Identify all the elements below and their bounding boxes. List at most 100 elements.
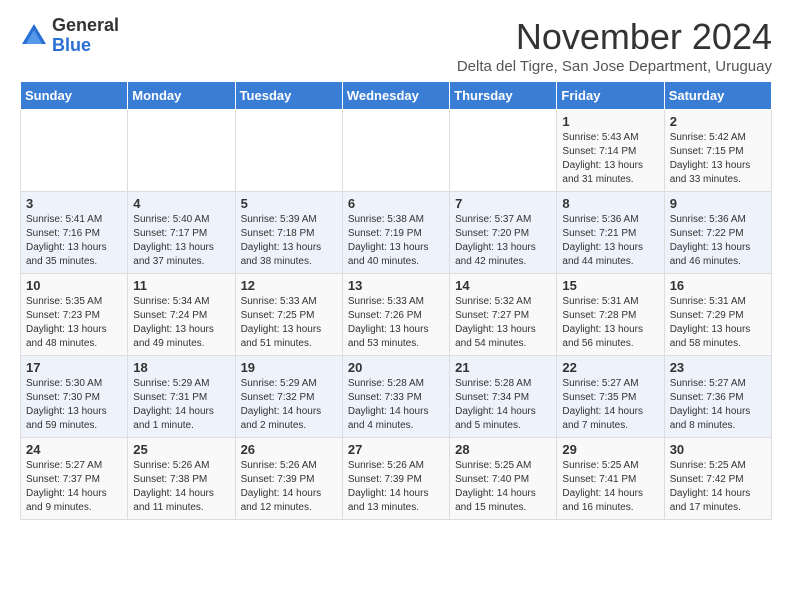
day-info: Sunrise: 5:42 AM Sunset: 7:15 PM Dayligh… [670, 131, 766, 187]
day-info: Sunrise: 5:25 AM Sunset: 7:41 PM Dayligh… [562, 459, 658, 515]
day-number: 21 [455, 360, 551, 375]
calendar-cell: 13Sunrise: 5:33 AM Sunset: 7:26 PM Dayli… [342, 274, 449, 356]
day-number: 12 [241, 278, 337, 293]
day-info: Sunrise: 5:26 AM Sunset: 7:38 PM Dayligh… [133, 459, 229, 515]
calendar-cell [235, 110, 342, 192]
day-info: Sunrise: 5:36 AM Sunset: 7:22 PM Dayligh… [670, 213, 766, 269]
day-number: 3 [26, 196, 122, 211]
calendar-cell: 9 Sunrise: 5:36 AM Sunset: 7:22 PM Daylig… [664, 192, 771, 274]
day-info: Sunrise: 5:28 AM Sunset: 7:34 PM Dayligh… [455, 377, 551, 433]
column-header-sunday: Sunday [21, 82, 128, 110]
calendar-cell: 28 Sunrise: 5:25 AM Sunset: 7:40 PM Dayli… [450, 438, 557, 520]
calendar-cell: 29 Sunrise: 5:25 AM Sunset: 7:41 PM Dayli… [557, 438, 664, 520]
day-number: 28 [455, 442, 551, 457]
logo-blue-text: Blue [52, 36, 119, 56]
calendar-cell: 10 Sunrise: 5:35 AM Sunset: 7:23 PM Dayli… [21, 274, 128, 356]
day-number: 29 [562, 442, 658, 457]
day-info: Sunrise: 5:35 AM Sunset: 7:23 PM Dayligh… [26, 295, 122, 351]
column-header-wednesday: Wednesday [342, 82, 449, 110]
calendar-cell: 30Sunrise: 5:25 AM Sunset: 7:42 PM Dayli… [664, 438, 771, 520]
calendar-cell: 11 Sunrise: 5:34 AM Sunset: 7:24 PM Dayli… [128, 274, 235, 356]
day-number: 16 [670, 278, 766, 293]
day-number: 9 [670, 196, 766, 211]
day-info: Sunrise: 5:28 AM Sunset: 7:33 PM Dayligh… [348, 377, 444, 433]
calendar-cell: 7 Sunrise: 5:37 AM Sunset: 7:20 PM Daylig… [450, 192, 557, 274]
column-header-tuesday: Tuesday [235, 82, 342, 110]
calendar-cell [342, 110, 449, 192]
day-number: 10 [26, 278, 122, 293]
day-number: 20 [348, 360, 444, 375]
day-info: Sunrise: 5:31 AM Sunset: 7:28 PM Dayligh… [562, 295, 658, 351]
calendar-cell: 16Sunrise: 5:31 AM Sunset: 7:29 PM Dayli… [664, 274, 771, 356]
day-info: Sunrise: 5:34 AM Sunset: 7:24 PM Dayligh… [133, 295, 229, 351]
calendar-cell: 25 Sunrise: 5:26 AM Sunset: 7:38 PM Dayli… [128, 438, 235, 520]
calendar-cell: 3 Sunrise: 5:41 AM Sunset: 7:16 PM Daylig… [21, 192, 128, 274]
calendar-week-1: 1 Sunrise: 5:43 AM Sunset: 7:14 PM Daylig… [21, 110, 772, 192]
calendar-cell: 19Sunrise: 5:29 AM Sunset: 7:32 PM Dayli… [235, 356, 342, 438]
day-info: Sunrise: 5:30 AM Sunset: 7:30 PM Dayligh… [26, 377, 122, 433]
day-info: Sunrise: 5:27 AM Sunset: 7:36 PM Dayligh… [670, 377, 766, 433]
calendar-cell: 5 Sunrise: 5:39 AM Sunset: 7:18 PM Daylig… [235, 192, 342, 274]
day-number: 22 [562, 360, 658, 375]
day-info: Sunrise: 5:39 AM Sunset: 7:18 PM Dayligh… [241, 213, 337, 269]
day-number: 18 [133, 360, 229, 375]
day-number: 8 [562, 196, 658, 211]
calendar-cell: 23 Sunrise: 5:27 AM Sunset: 7:36 PM Dayli… [664, 356, 771, 438]
day-number: 23 [670, 360, 766, 375]
day-info: Sunrise: 5:37 AM Sunset: 7:20 PM Dayligh… [455, 213, 551, 269]
day-info: Sunrise: 5:33 AM Sunset: 7:25 PM Dayligh… [241, 295, 337, 351]
calendar-week-3: 10 Sunrise: 5:35 AM Sunset: 7:23 PM Dayli… [21, 274, 772, 356]
month-title: November 2024 [457, 16, 772, 58]
logo: General Blue [20, 16, 119, 56]
day-number: 11 [133, 278, 229, 293]
calendar-cell [128, 110, 235, 192]
day-number: 7 [455, 196, 551, 211]
day-number: 1 [562, 114, 658, 129]
column-header-thursday: Thursday [450, 82, 557, 110]
column-header-friday: Friday [557, 82, 664, 110]
calendar-table: SundayMondayTuesdayWednesdayThursdayFrid… [20, 81, 772, 520]
calendar-cell: 14 Sunrise: 5:32 AM Sunset: 7:27 PM Dayli… [450, 274, 557, 356]
calendar-cell: 20 Sunrise: 5:28 AM Sunset: 7:33 PM Dayli… [342, 356, 449, 438]
logo-icon [20, 22, 48, 50]
column-header-saturday: Saturday [664, 82, 771, 110]
day-number: 6 [348, 196, 444, 211]
day-number: 14 [455, 278, 551, 293]
day-info: Sunrise: 5:29 AM Sunset: 7:31 PM Dayligh… [133, 377, 229, 433]
day-number: 27 [348, 442, 444, 457]
day-info: Sunrise: 5:25 AM Sunset: 7:42 PM Dayligh… [670, 459, 766, 515]
day-info: Sunrise: 5:43 AM Sunset: 7:14 PM Dayligh… [562, 131, 658, 187]
day-number: 17 [26, 360, 122, 375]
day-info: Sunrise: 5:26 AM Sunset: 7:39 PM Dayligh… [241, 459, 337, 515]
day-info: Sunrise: 5:29 AM Sunset: 7:32 PM Dayligh… [241, 377, 337, 433]
column-header-monday: Monday [128, 82, 235, 110]
calendar-cell [21, 110, 128, 192]
calendar-cell: 18 Sunrise: 5:29 AM Sunset: 7:31 PM Dayli… [128, 356, 235, 438]
calendar-cell [450, 110, 557, 192]
calendar-cell: 6 Sunrise: 5:38 AM Sunset: 7:19 PM Daylig… [342, 192, 449, 274]
day-info: Sunrise: 5:40 AM Sunset: 7:17 PM Dayligh… [133, 213, 229, 269]
calendar-cell: 12 Sunrise: 5:33 AM Sunset: 7:25 PM Dayli… [235, 274, 342, 356]
calendar-cell: 8Sunrise: 5:36 AM Sunset: 7:21 PM Daylig… [557, 192, 664, 274]
day-number: 5 [241, 196, 337, 211]
day-info: Sunrise: 5:32 AM Sunset: 7:27 PM Dayligh… [455, 295, 551, 351]
calendar-cell: 17 Sunrise: 5:30 AM Sunset: 7:30 PM Dayli… [21, 356, 128, 438]
calendar-cell: 21 Sunrise: 5:28 AM Sunset: 7:34 PM Dayli… [450, 356, 557, 438]
day-info: Sunrise: 5:38 AM Sunset: 7:19 PM Dayligh… [348, 213, 444, 269]
day-number: 13 [348, 278, 444, 293]
day-number: 2 [670, 114, 766, 129]
day-number: 25 [133, 442, 229, 457]
day-number: 24 [26, 442, 122, 457]
title-area: November 2024 Delta del Tigre, San Jose … [457, 16, 772, 75]
day-info: Sunrise: 5:27 AM Sunset: 7:37 PM Dayligh… [26, 459, 122, 515]
day-number: 15 [562, 278, 658, 293]
calendar-cell: 27Sunrise: 5:26 AM Sunset: 7:39 PM Dayli… [342, 438, 449, 520]
logo-general-text: General [52, 16, 119, 36]
calendar-cell: 4Sunrise: 5:40 AM Sunset: 7:17 PM Daylig… [128, 192, 235, 274]
day-info: Sunrise: 5:27 AM Sunset: 7:35 PM Dayligh… [562, 377, 658, 433]
day-info: Sunrise: 5:25 AM Sunset: 7:40 PM Dayligh… [455, 459, 551, 515]
day-info: Sunrise: 5:41 AM Sunset: 7:16 PM Dayligh… [26, 213, 122, 269]
calendar-cell: 1 Sunrise: 5:43 AM Sunset: 7:14 PM Daylig… [557, 110, 664, 192]
calendar-week-4: 17 Sunrise: 5:30 AM Sunset: 7:30 PM Dayli… [21, 356, 772, 438]
calendar-cell: 26Sunrise: 5:26 AM Sunset: 7:39 PM Dayli… [235, 438, 342, 520]
